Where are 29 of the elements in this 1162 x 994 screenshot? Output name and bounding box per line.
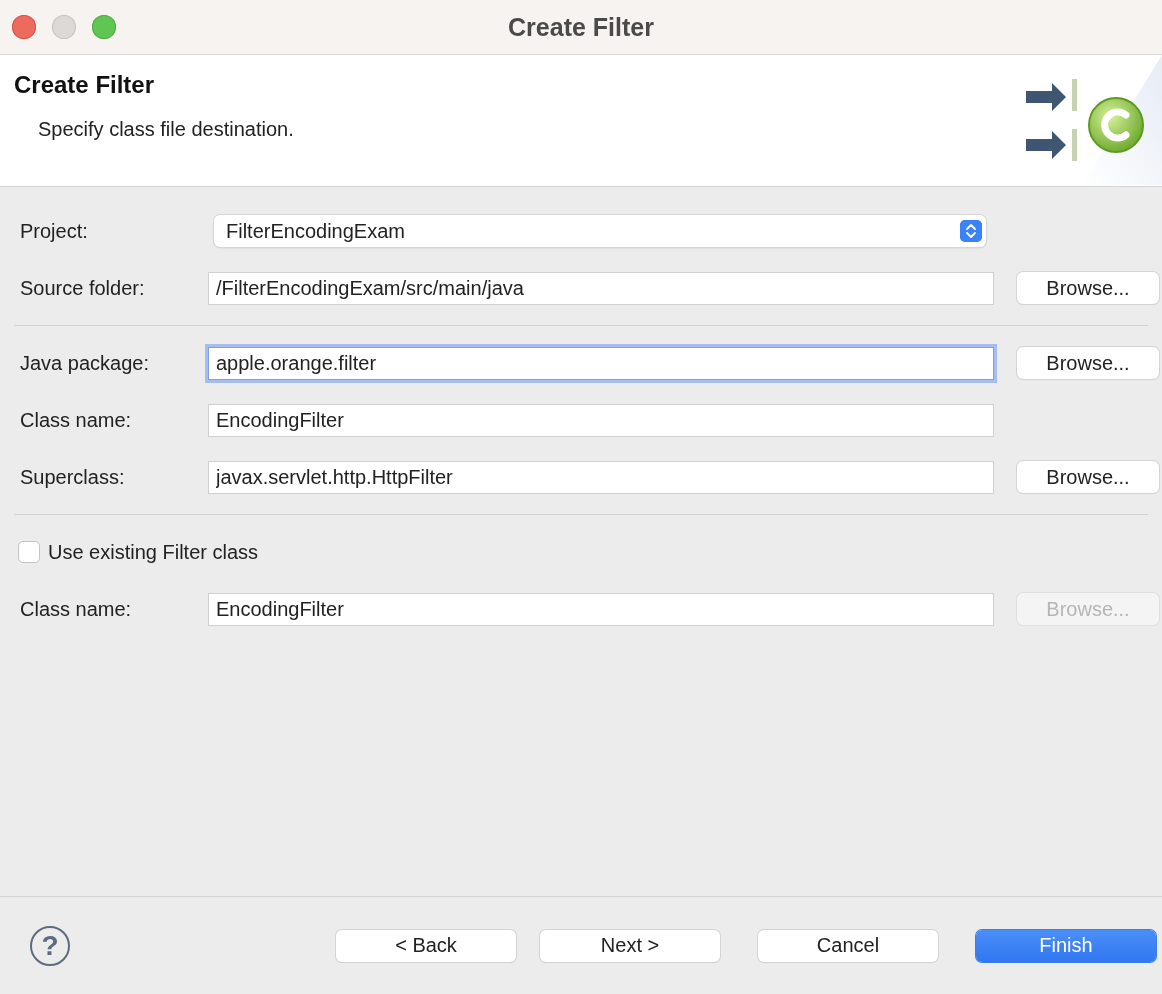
dialog-button[interactable]: Next > bbox=[540, 929, 720, 962]
project-dropdown[interactable]: FilterEncodingExam bbox=[214, 215, 986, 247]
page-description: Specify class file destination. bbox=[38, 118, 294, 141]
zoom-button[interactable] bbox=[92, 15, 116, 39]
text-field[interactable]: EncodingFilter bbox=[208, 592, 994, 626]
field-label: Java package: bbox=[20, 351, 150, 375]
finish-button[interactable]: Finish bbox=[976, 929, 1156, 962]
text-field[interactable]: /FilterEncodingExam/src/main/java bbox=[208, 271, 994, 305]
field-label: Superclass: bbox=[20, 465, 126, 489]
browse-button[interactable]: Browse... bbox=[1017, 461, 1159, 493]
dialog-button[interactable]: < Back bbox=[336, 929, 516, 962]
close-button[interactable] bbox=[12, 15, 36, 39]
field-label: Class name: bbox=[20, 408, 133, 432]
checkbox[interactable] bbox=[18, 541, 40, 563]
help-icon[interactable]: ? bbox=[30, 925, 70, 966]
text-field[interactable]: apple.orange.filter bbox=[208, 346, 994, 380]
page-title: Create Filter bbox=[14, 71, 156, 99]
text-field[interactable]: EncodingFilter bbox=[208, 403, 994, 437]
field-label: Class name: bbox=[20, 597, 133, 621]
browse-button[interactable]: Browse... bbox=[1017, 272, 1159, 304]
stepper-icon bbox=[960, 220, 982, 242]
window-title: Create Filter bbox=[508, 12, 654, 41]
dialog-button[interactable]: Cancel bbox=[758, 929, 938, 962]
field-label: Source folder: bbox=[20, 276, 146, 300]
minimize-button[interactable] bbox=[52, 15, 76, 39]
text-field[interactable]: javax.servlet.http.HttpFilter bbox=[208, 460, 994, 494]
browse-button[interactable]: Browse... bbox=[1017, 347, 1159, 379]
field-label: Project: bbox=[20, 219, 89, 243]
checkbox-label[interactable]: Use existing Filter class bbox=[48, 540, 259, 564]
